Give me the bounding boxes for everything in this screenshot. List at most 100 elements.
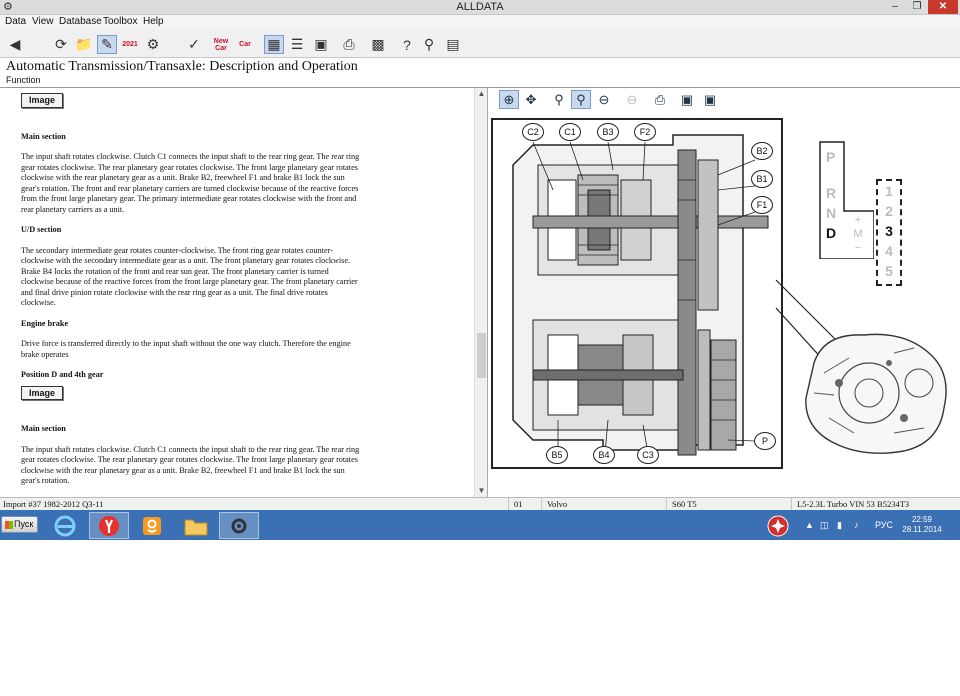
paragraph: The input shaft rotates clockwise. Clutc… xyxy=(21,444,360,486)
image-button[interactable]: Image xyxy=(21,93,64,108)
file-explorer-icon[interactable] xyxy=(176,512,216,539)
section-heading: Engine brake xyxy=(21,318,69,328)
callout-b3: B3 xyxy=(597,123,619,141)
bookmark-icon[interactable]: ▩ xyxy=(368,35,388,54)
split-view-icon[interactable]: ▦ xyxy=(264,35,284,54)
article-text: Image Main section The input shaft rotat… xyxy=(21,88,361,487)
gear-3: 3 xyxy=(885,223,893,239)
status-import: Import #37 1982-2012 Q3-11 xyxy=(3,499,104,509)
gear-4: 4 xyxy=(885,243,893,259)
toolbar: ◀ ⟳ 📁 ✎ 2021 ⚙ ✓ New Car Car ▦ ☰ ▣ ⎙ ▩ ?… xyxy=(0,30,960,58)
odnoklassniki-icon[interactable] xyxy=(132,512,172,539)
gear-5: 5 xyxy=(885,263,893,279)
title-bar: ⚙ ALLDATA – ❐ ✕ xyxy=(0,0,960,15)
refresh-icon[interactable]: ⟳ xyxy=(51,35,71,54)
back-icon[interactable]: ◀ xyxy=(5,35,25,54)
list-view-icon[interactable]: ☰ xyxy=(287,35,307,54)
zoom-in-icon[interactable]: ⊕ xyxy=(499,90,519,109)
status-make: Volvo xyxy=(547,499,568,509)
gear-1: 1 xyxy=(885,183,893,199)
menu-data[interactable]: Data xyxy=(5,16,26,27)
alldata-taskbar-icon[interactable] xyxy=(219,512,259,539)
scroll-up-icon[interactable]: ▲ xyxy=(475,88,487,100)
zoom-100-icon[interactable]: ⚲ xyxy=(549,90,569,109)
show-hidden-icons[interactable]: ▲ xyxy=(805,510,814,540)
zoom-disabled-icon: ⊖ xyxy=(626,91,638,107)
section-heading: Position D and 4th gear xyxy=(21,370,104,379)
gear-2: 2 xyxy=(885,203,893,219)
image-toolbar: ⊕ ✥ ⚲ ⚲ ⊖ ⊖ ⎙ ▣ ▣ xyxy=(489,88,960,112)
transmission-cutaway xyxy=(493,120,781,467)
gear-shifter-diagram: P R N D + M − xyxy=(819,141,874,259)
folder-icon[interactable]: 📁 xyxy=(74,35,94,54)
menu-toolbox[interactable]: Toolbox xyxy=(103,16,137,27)
help-icon[interactable]: ? xyxy=(397,35,417,54)
print-icon[interactable]: ⎙ xyxy=(339,35,359,54)
pan-icon[interactable]: ✥ xyxy=(521,90,541,109)
close-button[interactable]: ✕ xyxy=(928,0,958,14)
vehicle-icon[interactable]: ▤ xyxy=(443,35,463,54)
menu-bar: Data View Database Toolbox Help xyxy=(0,15,960,30)
search-vehicle-icon[interactable]: ✎ xyxy=(97,35,117,54)
check-icon[interactable]: ✓ xyxy=(184,35,204,54)
system-clock[interactable]: 22:59 28.11.2014 xyxy=(898,515,946,535)
menu-view[interactable]: View xyxy=(32,16,54,27)
print-image-icon[interactable]: ⎙ xyxy=(650,90,670,109)
new-car-button[interactable]: New Car xyxy=(211,35,231,54)
camera-icon[interactable]: ▣ xyxy=(311,35,331,54)
network-icon[interactable]: ▮ xyxy=(837,510,842,540)
language-indicator[interactable]: РУС xyxy=(875,510,893,540)
yandex-browser-icon[interactable] xyxy=(89,512,129,539)
callout-c2: C2 xyxy=(522,123,544,141)
paragraph: The input shaft rotates clockwise. Clutc… xyxy=(21,152,360,214)
find-icon[interactable]: ⚲ xyxy=(419,35,439,54)
shift-m: M xyxy=(853,228,863,240)
zoom-fit-icon[interactable]: ⚲ xyxy=(571,90,591,109)
image-button[interactable]: Image xyxy=(21,385,64,400)
minimize-button[interactable]: – xyxy=(884,0,906,14)
callout-c1: C1 xyxy=(559,123,581,141)
car-button[interactable]: Car xyxy=(235,35,255,54)
shift-plus: + xyxy=(854,214,862,226)
zoom-out-icon[interactable]: ⊖ xyxy=(594,90,614,109)
section-heading: U/D section xyxy=(21,225,62,234)
ie-browser-icon[interactable] xyxy=(45,512,85,539)
callout-f2: F2 xyxy=(634,123,656,141)
text-pane[interactable]: Image Main section The input shaft rotat… xyxy=(0,88,488,497)
page-subtitle: Function xyxy=(6,75,41,85)
usb-tray-icon[interactable]: ◫ xyxy=(820,510,829,540)
settings-icon[interactable]: ⚙ xyxy=(143,35,163,54)
shift-minus: − xyxy=(854,242,862,254)
callout-b5: B5 xyxy=(546,446,568,464)
status-engine: L5-2.3L Turbo VIN 53 B5234T3 xyxy=(797,499,910,509)
transaxle-illustration xyxy=(805,333,947,454)
menu-database[interactable]: Database xyxy=(59,16,102,27)
volume-icon[interactable]: ♪ xyxy=(854,510,859,540)
callout-f1: F1 xyxy=(751,196,773,214)
gate-p: P xyxy=(826,149,836,165)
vertical-scrollbar[interactable]: ▲ ▼ xyxy=(474,88,487,497)
scroll-thumb[interactable] xyxy=(477,333,486,378)
security-tray-icon[interactable] xyxy=(760,512,796,539)
status-code: 01 xyxy=(514,499,523,509)
status-bar: Import #37 1982-2012 Q3-11 01 Volvo S60 … xyxy=(0,497,960,511)
restore-button[interactable]: ❐ xyxy=(906,0,928,14)
windows-logo-icon xyxy=(5,521,13,529)
section-heading: Main section xyxy=(21,424,66,433)
section-heading: Main section xyxy=(21,131,66,141)
transmission-diagram: C2 C1 B3 F2 B2 B1 F1 P B5 B4 C3 xyxy=(491,118,783,469)
status-model: S60 T5 xyxy=(672,499,697,509)
scroll-down-icon[interactable]: ▼ xyxy=(475,485,487,497)
start-button[interactable]: Пуск xyxy=(1,516,38,533)
menu-help[interactable]: Help xyxy=(143,16,164,27)
window-title: ALLDATA xyxy=(456,1,504,13)
page-title: Automatic Transmission/Transaxle: Descri… xyxy=(6,59,358,74)
callout-b1: B1 xyxy=(751,170,773,188)
badge-2021-icon[interactable]: 2021 xyxy=(120,35,140,54)
callout-b4: B4 xyxy=(593,446,615,464)
screen: ⚙ ALLDATA – ❐ ✕ Data View Database Toolb… xyxy=(0,0,960,540)
save-image-icon[interactable]: ▣ xyxy=(700,90,720,109)
copy-image-icon[interactable]: ▣ xyxy=(677,90,697,109)
gear-number-column: 1 2 3 4 5 xyxy=(876,179,902,286)
clock-time: 22:59 xyxy=(911,515,933,524)
